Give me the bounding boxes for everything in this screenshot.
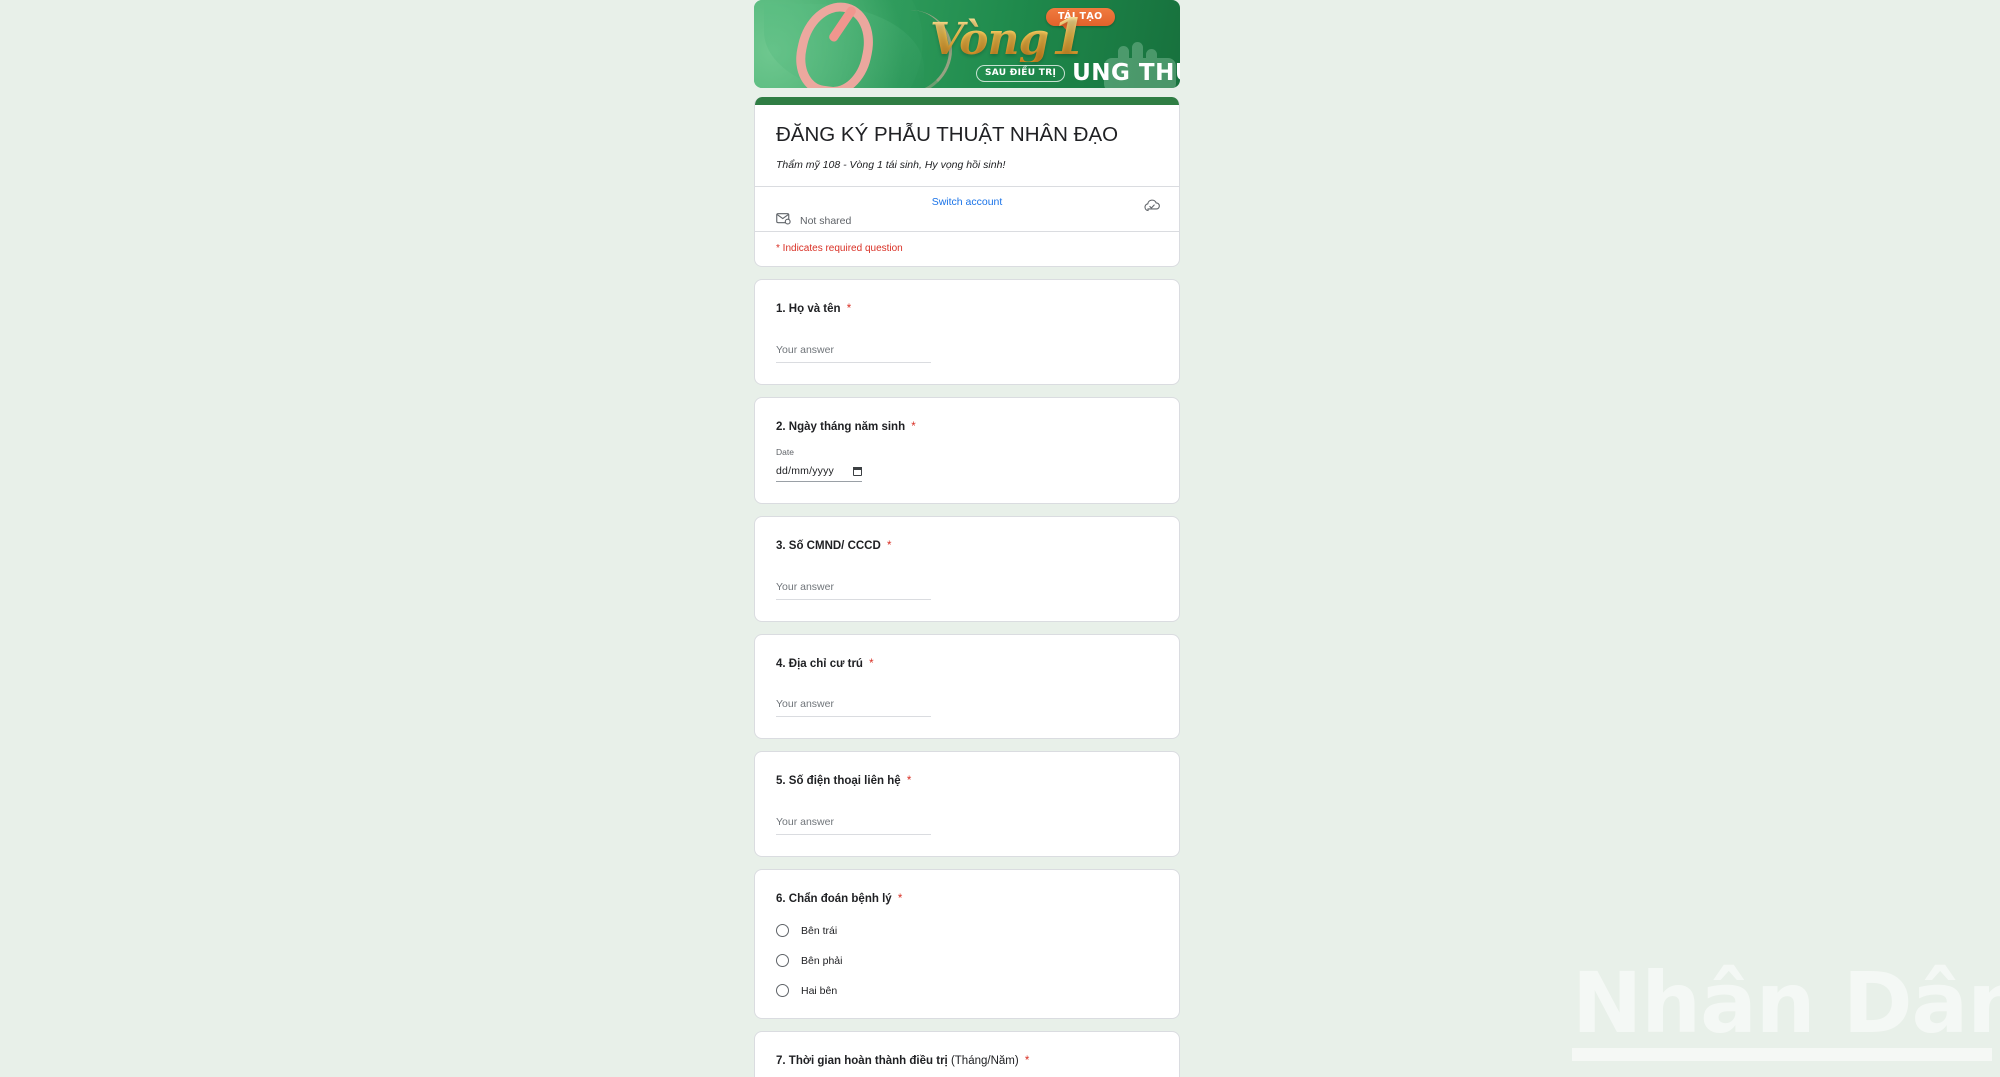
radio-option-2[interactable]: Bên phải	[776, 954, 1158, 968]
banner-headline-word: Vòng	[930, 14, 1049, 65]
radio-option-label-3: Hai bên	[801, 984, 838, 997]
page-title: ĐĂNG KÝ PHẪU THUẬT NHÂN ĐẠO	[776, 123, 1119, 146]
question-label-1: Họ và tên	[788, 303, 841, 316]
question-title-6: 6. Chẩn đoán bệnh lý *	[776, 892, 1158, 908]
radio-circle-icon[interactable]	[776, 984, 789, 998]
answer-placeholder-4: Your answer	[776, 698, 834, 711]
question-suffix-7: (Tháng/Năm)	[950, 1055, 1019, 1068]
required-question-note: * Indicates required question	[755, 231, 1179, 266]
banner-sub-title: UNG THƯ	[1072, 60, 1180, 86]
question-card-4: 4. Địa chỉ cư trú * Your answer	[754, 633, 1180, 740]
question-number-6: 6.	[776, 892, 786, 905]
banner-sub-pill: SAU ĐIỀU TRỊ	[976, 65, 1066, 82]
radio-circle-icon[interactable]	[776, 954, 789, 968]
question-title-3: 3. Số CMND/ CCCD *	[776, 539, 1158, 555]
switch-account-link[interactable]: Switch account	[755, 196, 1179, 208]
google-form-container: TÁI TẠO Vòng1 SAU ĐIỀU TRỊ UNG THƯ ĐĂNG …	[754, 0, 1180, 1077]
date-input-2[interactable]: dd/mm/yyyy	[776, 465, 862, 483]
question-title-2: 2. Ngày tháng năm sinh *	[776, 420, 1158, 436]
envelope-not-shared-icon	[776, 212, 791, 230]
radio-option-label-2: Bên phải	[801, 954, 843, 967]
banner-headline-numeral: 1	[1051, 7, 1086, 66]
question-label-2: Ngày tháng năm sinh	[788, 420, 906, 433]
answer-placeholder-1: Your answer	[776, 343, 834, 356]
answer-placeholder-5: Your answer	[776, 815, 834, 828]
question-label-5: Số điện thoại liên hệ	[788, 775, 901, 788]
question-number-4: 4.	[776, 657, 786, 670]
banner-headline: Vòng1	[930, 12, 1086, 65]
short-answer-input-1[interactable]: Your answer	[776, 340, 931, 363]
question-label-6: Chẩn đoán bệnh lý	[788, 892, 892, 905]
radio-circle-icon[interactable]	[776, 924, 789, 938]
question-card-1: 1. Họ và tên * Your answer	[754, 279, 1180, 385]
question-title-5: 5. Số điện thoại liên hệ *	[776, 774, 1158, 790]
question-title-1: 1. Họ và tên *	[776, 302, 1158, 318]
form-header-body: ĐĂNG KÝ PHẪU THUẬT NHÂN ĐẠO Thẩm mỹ 108 …	[755, 105, 1179, 186]
question-number-3: 3.	[776, 540, 786, 553]
short-answer-input-4[interactable]: Your answer	[776, 694, 931, 718]
question-number-2: 2.	[776, 420, 786, 433]
question-number-7: 7.	[776, 1055, 786, 1068]
question-card-3: 3. Số CMND/ CCCD * Your answer	[754, 516, 1180, 622]
question-number-1: 1.	[776, 303, 786, 316]
question-label-3: Số CMND/ CCCD	[788, 540, 881, 553]
calendar-icon[interactable]	[852, 466, 862, 476]
required-star-7: *	[1024, 1055, 1030, 1068]
question-title-7: 7. Thời gian hoàn thành điều trị (Tháng/…	[776, 1054, 1158, 1070]
question-card-6: 6. Chẩn đoán bệnh lý * Bên trái Bên phải…	[754, 868, 1180, 1020]
radio-option-label-1: Bên trái	[801, 924, 838, 937]
radio-option-3[interactable]: Hai bên	[776, 984, 1158, 998]
form-header-card: ĐĂNG KÝ PHẪU THUẬT NHÂN ĐẠO Thẩm mỹ 108 …	[754, 97, 1180, 268]
required-star-6: *	[897, 892, 903, 905]
form-banner-image: TÁI TẠO Vòng1 SAU ĐIỀU TRỊ UNG THƯ	[754, 0, 1180, 88]
shared-status-label: Not shared	[800, 215, 852, 228]
question-title-4: 4. Địa chỉ cư trú *	[776, 657, 1158, 673]
required-star-2: *	[911, 420, 916, 433]
date-caption-2: Date	[776, 447, 794, 458]
question-label-7: Thời gian hoàn thành điều trị	[788, 1055, 948, 1068]
watermark-underline	[1572, 1048, 1992, 1061]
short-answer-input-3[interactable]: Your answer	[776, 577, 931, 600]
banner-subline: SAU ĐIỀU TRỊ UNG THƯ	[976, 62, 1180, 85]
question-card-2: 2. Ngày tháng năm sinh * Date dd/mm/yyyy	[754, 396, 1180, 505]
required-star-1: *	[846, 303, 852, 316]
question-card-5: 5. Số điện thoại liên hệ * Your answer	[754, 751, 1180, 857]
required-star-4: *	[869, 657, 874, 670]
question-number-5: 5.	[776, 775, 786, 788]
answer-placeholder-3: Your answer	[776, 580, 834, 593]
short-answer-input-5[interactable]: Your answer	[776, 812, 931, 835]
watermark-text: Nhân Dân	[1572, 954, 2000, 1053]
radio-option-1[interactable]: Bên trái	[776, 924, 1158, 938]
date-placeholder-2: dd/mm/yyyy	[776, 465, 835, 478]
question-label-4: Địa chỉ cư trú	[788, 657, 863, 670]
form-accent-stripe	[755, 97, 1179, 105]
account-row: Switch account Not shared	[755, 187, 1179, 231]
required-star-5: *	[906, 775, 912, 788]
shared-status-row: Not shared	[776, 212, 851, 230]
watermark: Nhân Dân	[1572, 954, 2000, 1061]
cloud-saved-icon[interactable]	[1144, 199, 1161, 217]
form-description: Thẩm mỹ 108 - Vòng 1 tái sinh, Hy vọng h…	[776, 158, 1006, 171]
required-star-3: *	[887, 540, 892, 553]
question-card-7: 7. Thời gian hoàn thành điều trị (Tháng/…	[754, 1031, 1180, 1077]
